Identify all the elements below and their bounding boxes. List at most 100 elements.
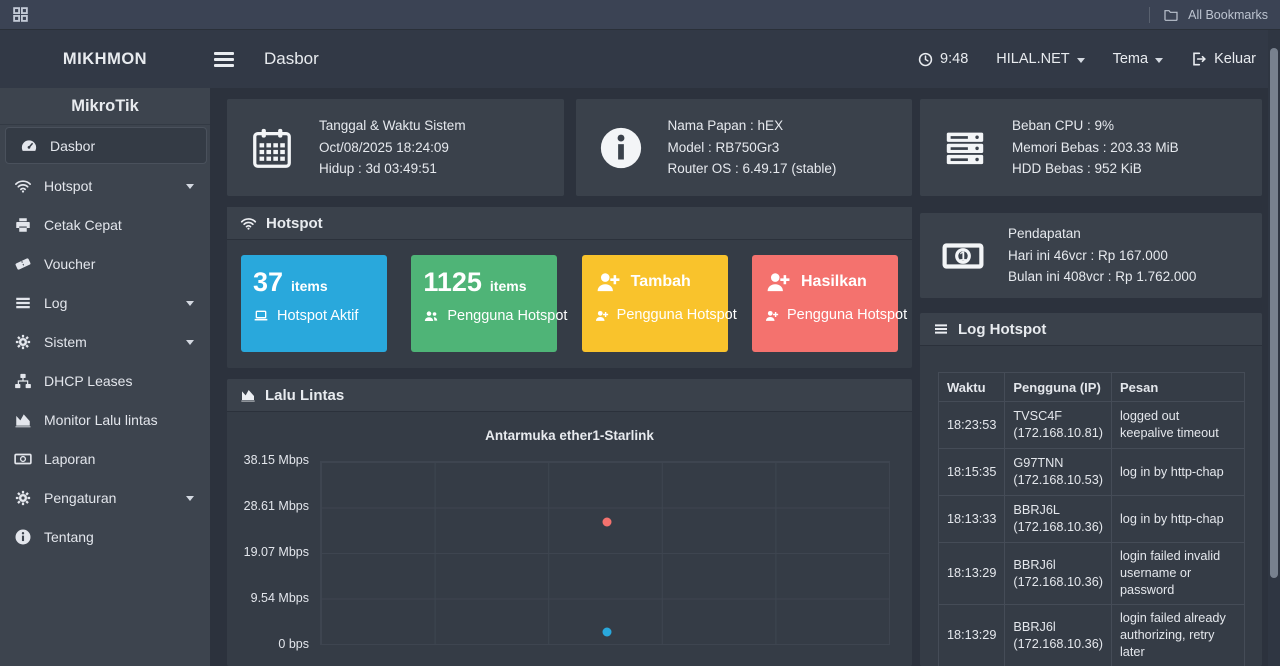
calendar-icon (249, 125, 295, 171)
system-uptime: Hidup : 3d 03:49:51 (319, 158, 466, 180)
sidebar-item-label: DHCP Leases (44, 373, 194, 389)
log-user: BBRJ6l(172.168.10.36) (1005, 605, 1112, 666)
hotspot-active-card[interactable]: 37 items Hotspot Aktif (241, 255, 387, 352)
page-scrollbar[interactable] (1268, 30, 1280, 666)
hotspot-users-card[interactable]: 1125 items Pengguna Hotspot (411, 255, 557, 352)
sidebar-item-label: Laporan (44, 451, 194, 467)
wifi-icon (14, 177, 32, 195)
sidebar-item-label: Sistem (44, 334, 174, 350)
sidebar-item-pengaturan[interactable]: Pengaturan (0, 478, 210, 517)
server-icon (942, 125, 988, 171)
red-data-point (602, 518, 611, 527)
free-hdd: HDD Bebas : 952 KiB (1012, 158, 1179, 180)
sidebar-item-voucher[interactable]: Voucher (0, 244, 210, 283)
col-header-pesan: Pesan (1111, 373, 1244, 402)
printer-icon (14, 216, 32, 234)
sitemap-icon (14, 372, 32, 390)
chevron-down-icon (186, 301, 194, 306)
info-circle-icon (598, 125, 644, 171)
chart-area-icon (14, 411, 32, 429)
log-time: 18:13:33 (939, 496, 1005, 543)
table-row: 18:15:35 G97TNN(172.168.10.53) log in by… (939, 449, 1245, 496)
session-time: 9:48 (918, 51, 968, 67)
sidebar-item-dhcp-leases[interactable]: DHCP Leases (0, 361, 210, 400)
scrollbar-thumb[interactable] (1270, 48, 1278, 578)
chart-title: Antarmuka ether1-Starlink (227, 428, 912, 443)
income-today: Hari ini 46vcr : Rp 167.000 (1008, 245, 1196, 267)
chart-area-icon (240, 387, 256, 403)
folder-icon (1163, 7, 1179, 23)
sidebar-item-monitor-lalu-lintas[interactable]: Monitor Lalu lintas (0, 400, 210, 439)
log-message: login failed already authorizing, retry … (1111, 605, 1244, 666)
all-bookmarks[interactable]: All Bookmarks (1149, 7, 1268, 23)
sign-out-icon (1191, 51, 1207, 67)
info-circle-icon (14, 528, 32, 546)
ticket-icon (14, 255, 32, 273)
log-message: logged out keepalive timeout (1111, 402, 1244, 449)
board-name: Nama Papan : hEX (668, 115, 837, 137)
add-user-card[interactable]: Tambah Pengguna Hotspot (582, 255, 728, 352)
sidebar-item-hotspot[interactable]: Hotspot (0, 166, 210, 205)
log-user: BBRJ6l(172.168.10.36) (1005, 543, 1112, 605)
generate-user-action: Hasilkan (801, 273, 867, 291)
sidebar: MikroTik Dasbor (0, 88, 210, 666)
theme-menu[interactable]: Tema (1113, 51, 1163, 67)
cpu-load: Beban CPU : 9% (1012, 115, 1179, 137)
income-card: 1 Pendapatan Hari ini 46vcr : Rp 167.000… (920, 213, 1262, 298)
y-tick-label: 19.07 Mbps (244, 545, 309, 559)
all-bookmarks-label: All Bookmarks (1188, 8, 1268, 22)
resources-card: Beban CPU : 9% Memori Bebas : 203.33 MiB… (920, 99, 1262, 196)
tachometer-icon (20, 137, 38, 155)
hotspot-users-count: 1125 (423, 268, 482, 296)
sidebar-item-label: Tentang (44, 529, 194, 545)
table-row: 18:13:29 BBRJ6l(172.168.10.36) login fai… (939, 543, 1245, 605)
sidebar-item-log[interactable]: Log (0, 283, 210, 322)
app-header: MIKHMON Dasbor 9:48 HILAL.NET Tema (0, 30, 1280, 88)
menu-toggle-icon[interactable] (214, 52, 234, 67)
session-menu[interactable]: HILAL.NET (996, 51, 1084, 67)
router-os-version: Router OS : 6.49.17 (stable) (668, 158, 837, 180)
chevron-down-icon (186, 184, 194, 189)
log-message: login failed invalid username or passwor… (1111, 543, 1244, 605)
table-row: 18:23:53 TVSC4F(172.168.10.81) logged ou… (939, 402, 1245, 449)
sidebar-item-laporan[interactable]: Laporan (0, 439, 210, 478)
logout-button[interactable]: Keluar (1191, 51, 1256, 67)
chevron-down-icon (1155, 58, 1163, 63)
user-plus-icon (764, 268, 791, 295)
log-user: G97TNN(172.168.10.53) (1005, 449, 1112, 496)
gear-icon (14, 333, 32, 351)
user-plus-icon (594, 308, 609, 323)
y-tick-label: 9.54 Mbps (251, 591, 309, 605)
session-time-value: 9:48 (940, 51, 968, 67)
sidebar-item-label: Pengaturan (44, 490, 174, 506)
log-panel-header: Log Hotspot (920, 313, 1262, 346)
col-header-waktu: Waktu (939, 373, 1005, 402)
hotspot-active-label: Hotspot Aktif (277, 308, 358, 324)
free-memory: Memori Bebas : 203.33 MiB (1012, 137, 1179, 159)
sidebar-item-dasbor[interactable]: Dasbor (5, 127, 207, 164)
sidebar-item-label: Log (44, 295, 174, 311)
hotspot-panel-title: Hotspot (266, 215, 323, 232)
system-time-title: Tanggal & Waktu Sistem (319, 115, 466, 137)
hotspot-active-count: 37 (253, 268, 283, 296)
clock-icon (918, 52, 933, 67)
y-tick-label: 28.61 Mbps (244, 499, 309, 513)
chart-y-axis: 38.15 Mbps 28.61 Mbps 19.07 Mbps 9.54 Mb… (227, 461, 320, 645)
sidebar-item-label: Dasbor (50, 138, 190, 154)
sidebar-item-cetak-cepat[interactable]: Cetak Cepat (0, 205, 210, 244)
tab-groups-icon[interactable] (12, 6, 29, 23)
log-user: TVSC4F(172.168.10.81) (1005, 402, 1112, 449)
sidebar-item-sistem[interactable]: Sistem (0, 322, 210, 361)
users-icon (423, 308, 439, 324)
generate-user-card[interactable]: Hasilkan Pengguna Hotspot (752, 255, 898, 352)
system-datetime: Oct/08/2025 18:24:09 (319, 137, 466, 159)
money-bill-icon (14, 450, 32, 468)
income-month: Bulan ini 408vcr : Rp 1.762.000 (1008, 266, 1196, 288)
sidebar-item-label: Voucher (44, 256, 194, 272)
gear-icon (14, 489, 32, 507)
divider (1149, 7, 1150, 23)
brand-logo[interactable]: MIKHMON (0, 50, 210, 69)
log-table: Waktu Pengguna (IP) Pesan 18:23:53 TVSC4… (938, 372, 1245, 666)
sidebar-item-tentang[interactable]: Tentang (0, 517, 210, 556)
user-plus-icon (764, 308, 779, 323)
